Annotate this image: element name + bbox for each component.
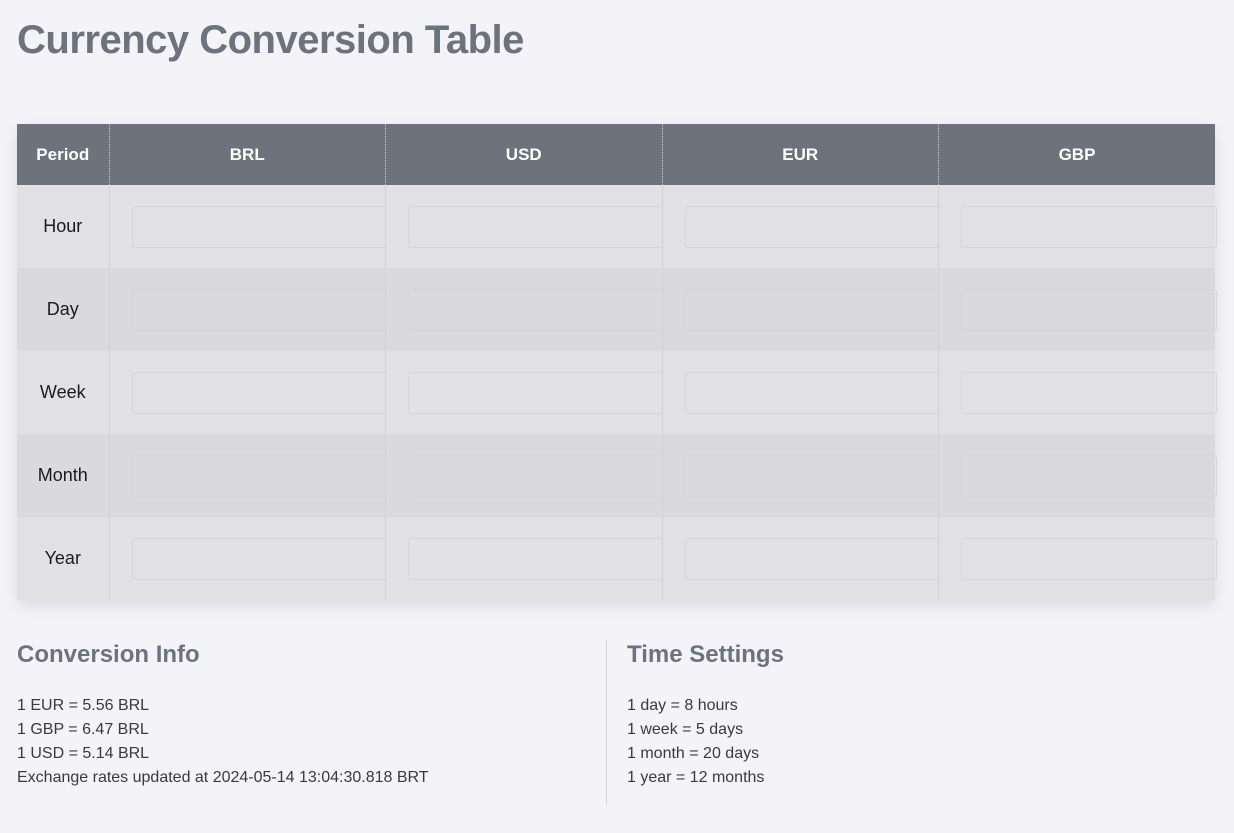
cell-gbp — [938, 185, 1217, 268]
cell-brl — [108, 185, 388, 268]
period-label: Year — [17, 517, 109, 600]
table-row-day: Day — [17, 268, 1217, 351]
hour-usd-input[interactable] — [408, 205, 664, 248]
header-period: Period — [17, 124, 109, 185]
cell-eur — [661, 517, 941, 600]
table-row-month: Month — [17, 434, 1217, 517]
cell-brl — [108, 517, 388, 600]
period-label: Month — [17, 434, 109, 517]
conversion-table-container: Period BRL USD EUR GBP Hour Day Week Mon… — [17, 124, 1217, 600]
header-eur: EUR — [661, 124, 939, 185]
week-days-line: 1 week = 5 days — [627, 721, 744, 738]
week-gbp-input[interactable] — [961, 371, 1217, 414]
cell-usd — [385, 517, 664, 600]
conversion-info-list: 1 EUR = 5.56 BRL 1 GBP = 6.47 BRL 1 USD … — [17, 694, 577, 790]
table-body: Hour Day Week Month Year — [17, 185, 1217, 600]
week-usd-input[interactable] — [408, 371, 664, 414]
cell-eur — [661, 351, 941, 434]
cell-eur — [661, 434, 941, 517]
month-eur-input[interactable] — [684, 454, 941, 497]
month-brl-input[interactable] — [131, 454, 388, 497]
rates-updated-line: Exchange rates updated at 2024-05-14 13:… — [17, 769, 429, 786]
cell-usd — [385, 268, 664, 351]
cell-gbp — [938, 268, 1217, 351]
rate-usd-line: 1 USD = 5.14 BRL — [17, 745, 150, 762]
period-label: Week — [17, 351, 109, 434]
header-brl: BRL — [108, 124, 386, 185]
cell-brl — [108, 351, 388, 434]
period-label: Hour — [17, 185, 109, 268]
cell-gbp — [938, 351, 1217, 434]
day-eur-input[interactable] — [684, 288, 941, 331]
week-brl-input[interactable] — [131, 371, 388, 414]
rate-gbp-line: 1 GBP = 6.47 BRL — [17, 721, 149, 738]
header-row: Period BRL USD EUR GBP — [17, 124, 1215, 185]
page-title: Currency Conversion Table — [17, 18, 524, 62]
cell-brl — [108, 434, 388, 517]
table-header: Period BRL USD EUR GBP — [17, 124, 1215, 185]
cell-gbp — [938, 517, 1217, 600]
conversion-table: Period BRL USD EUR GBP Hour Day Week Mon… — [17, 124, 1217, 600]
table-row-hour: Hour — [17, 185, 1217, 268]
month-gbp-input[interactable] — [961, 454, 1217, 497]
month-usd-input[interactable] — [408, 454, 664, 497]
year-months-line: 1 year = 12 months — [627, 769, 765, 786]
table-row-week: Week — [17, 351, 1217, 434]
cell-usd — [385, 351, 664, 434]
cell-brl — [108, 268, 388, 351]
conversion-info-title: Conversion Info — [17, 641, 200, 668]
cell-usd — [385, 185, 664, 268]
header-gbp: GBP — [938, 124, 1215, 185]
header-usd: USD — [385, 124, 662, 185]
time-settings-list: 1 day = 8 hours 1 week = 5 days 1 month … — [627, 694, 1187, 790]
cell-usd — [385, 434, 664, 517]
cell-eur — [661, 268, 941, 351]
table-row-year: Year — [17, 517, 1217, 600]
rate-eur-line: 1 EUR = 5.56 BRL — [17, 697, 150, 714]
period-label: Day — [17, 268, 109, 351]
year-gbp-input[interactable] — [961, 537, 1217, 580]
year-brl-input[interactable] — [131, 537, 388, 580]
day-gbp-input[interactable] — [961, 288, 1217, 331]
day-brl-input[interactable] — [131, 288, 388, 331]
time-settings-panel: Time Settings 1 day = 8 hours 1 week = 5… — [627, 640, 1187, 790]
cell-gbp — [938, 434, 1217, 517]
hour-brl-input[interactable] — [131, 205, 388, 248]
month-days-line: 1 month = 20 days — [627, 745, 760, 762]
day-usd-input[interactable] — [408, 288, 664, 331]
cell-eur — [661, 185, 941, 268]
year-eur-input[interactable] — [684, 537, 941, 580]
section-divider — [606, 640, 607, 805]
day-hours-line: 1 day = 8 hours — [627, 697, 738, 714]
hour-eur-input[interactable] — [684, 205, 941, 248]
week-eur-input[interactable] — [684, 371, 941, 414]
time-settings-title: Time Settings — [627, 641, 784, 668]
conversion-info-panel: Conversion Info 1 EUR = 5.56 BRL 1 GBP =… — [17, 640, 577, 790]
year-usd-input[interactable] — [408, 537, 664, 580]
hour-gbp-input[interactable] — [961, 205, 1217, 248]
